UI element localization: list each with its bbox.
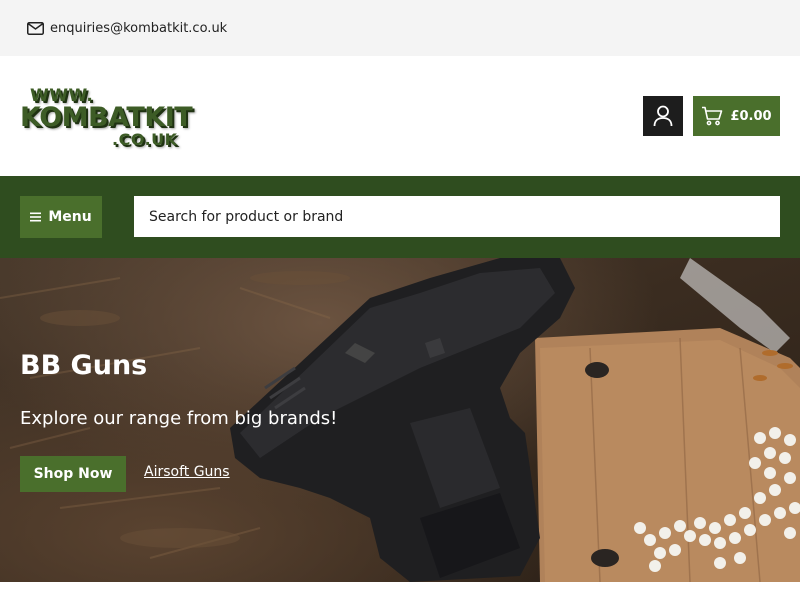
email-text: enquiries@kombatkit.co.uk — [50, 20, 228, 36]
search-bar[interactable] — [134, 196, 780, 237]
site-header: WWW. KOMBATKIT .CO.UK £0.00 — [0, 56, 800, 176]
hamburger-icon — [30, 212, 42, 222]
cart-button[interactable]: £0.00 — [693, 96, 780, 136]
menu-button[interactable]: Menu — [20, 196, 102, 238]
account-button[interactable] — [643, 96, 683, 136]
nav-bar: Menu — [0, 176, 800, 258]
hero-banner: BB Guns Explore our range from big brand… — [0, 258, 800, 582]
cart-total: £0.00 — [730, 108, 772, 124]
logo-line-couk: .CO.UK — [112, 130, 178, 149]
cart-icon — [702, 106, 723, 126]
email-link[interactable]: enquiries@kombatkit.co.uk — [27, 21, 227, 36]
airsoft-guns-link[interactable]: Airsoft Guns — [144, 464, 230, 480]
menu-label: Menu — [48, 209, 92, 225]
site-logo[interactable]: WWW. KOMBATKIT .CO.UK — [20, 86, 202, 152]
user-icon — [653, 105, 673, 127]
shop-now-button[interactable]: Shop Now — [20, 456, 126, 492]
top-bar: enquiries@kombatkit.co.uk — [0, 0, 800, 56]
envelope-icon — [27, 21, 44, 35]
search-input[interactable] — [149, 208, 780, 225]
logo-line-kombatkit: KOMBATKIT — [20, 102, 193, 133]
hero-title: BB Guns — [20, 350, 148, 381]
hero-subtitle: Explore our range from big brands! — [20, 408, 338, 429]
